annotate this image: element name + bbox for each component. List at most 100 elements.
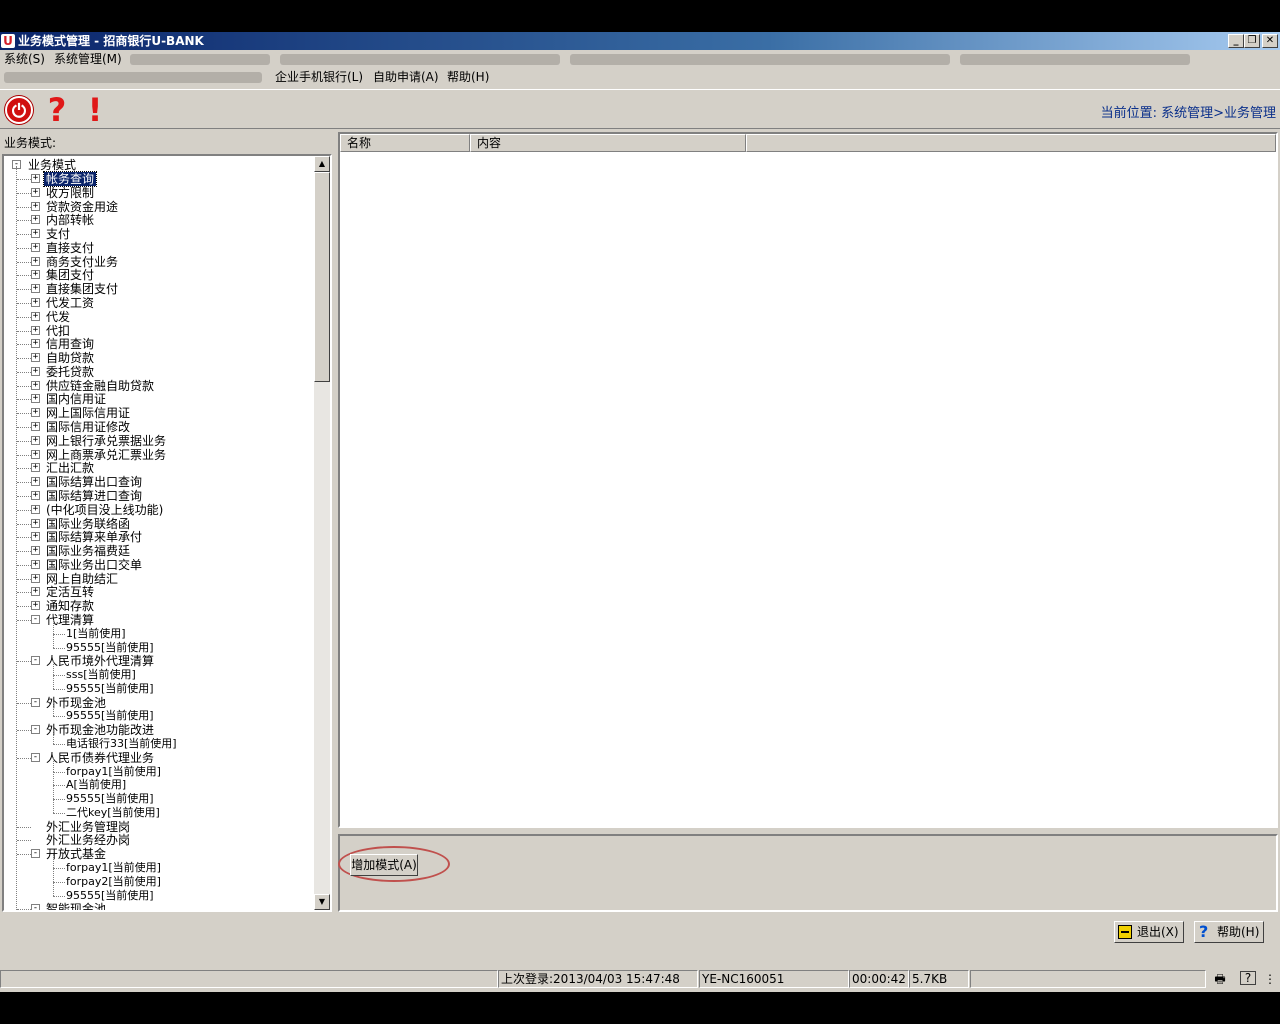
- expand-icon[interactable]: +: [31, 573, 40, 583]
- tree-node[interactable]: + 直接支付: [4, 241, 314, 255]
- tree-node[interactable]: + 定活互转: [4, 585, 314, 599]
- tree-node[interactable]: + 国际业务福费廷: [4, 544, 314, 558]
- tree-node[interactable]: + 直接集团支付: [4, 282, 314, 296]
- expand-icon[interactable]: +: [31, 256, 40, 266]
- tree-node[interactable]: + 国内信用证: [4, 392, 314, 406]
- tree-node[interactable]: + 网上商票承兑汇票业务: [4, 448, 314, 462]
- scroll-up-button[interactable]: ▲: [314, 156, 330, 172]
- expand-icon[interactable]: +: [31, 270, 40, 280]
- tree-node[interactable]: + 通知存款: [4, 599, 314, 613]
- menu-self-service[interactable]: 自助申请(A): [373, 70, 439, 84]
- tree-node[interactable]: + 代发: [4, 310, 314, 324]
- expand-icon[interactable]: +: [31, 546, 40, 556]
- tree-node[interactable]: - 外币现金池功能改进: [4, 723, 314, 737]
- expand-icon[interactable]: +: [31, 449, 40, 459]
- tree-node[interactable]: + 国际结算出口查询: [4, 475, 314, 489]
- tree-node[interactable]: + 信用查询: [4, 337, 314, 351]
- collapse-icon[interactable]: -: [31, 849, 40, 859]
- tree-leaf[interactable]: 二代key[当前使用]: [4, 798, 314, 820]
- tree-node[interactable]: + 委托贷款: [4, 365, 314, 379]
- expand-icon[interactable]: +: [31, 463, 40, 473]
- tree-node[interactable]: + 供应链金融自助贷款: [4, 379, 314, 393]
- tree-leaf[interactable]: 95555[当前使用]: [4, 881, 314, 903]
- collapse-icon[interactable]: -: [31, 697, 40, 707]
- tree-scrollbar[interactable]: ▲ ▼: [314, 156, 330, 910]
- tree-leaf[interactable]: 95555[当前使用]: [4, 785, 314, 806]
- expand-icon[interactable]: +: [31, 311, 40, 321]
- expand-icon[interactable]: +: [31, 532, 40, 542]
- collapse-icon[interactable]: -: [31, 656, 40, 666]
- tree-node[interactable]: 外汇业务管理岗: [4, 820, 314, 834]
- add-mode-button[interactable]: 增加模式(A): [350, 854, 418, 876]
- logout-button[interactable]: ⏻: [2, 93, 36, 127]
- tree-leaf[interactable]: sss[当前使用]: [4, 661, 314, 682]
- tree-node[interactable]: - 外币现金池: [4, 696, 314, 710]
- tree-node[interactable]: 外汇业务经办岗: [4, 833, 314, 847]
- expand-icon[interactable]: +: [31, 284, 40, 294]
- tree-node[interactable]: + 代发工资: [4, 296, 314, 310]
- tree-node[interactable]: + 网上银行承兑票据业务: [4, 434, 314, 448]
- collapse-icon[interactable]: -: [31, 725, 40, 735]
- tree-node[interactable]: + 集团支付: [4, 268, 314, 282]
- menu-help[interactable]: 帮助(H): [447, 70, 489, 84]
- collapse-icon[interactable]: -: [31, 614, 40, 624]
- business-mode-tree[interactable]: - 业务模式 + 帐务查询 + 收方限制 + 贷款资金用途 + 内部转帐 + 支付 + 直接支付 + 商务…: [2, 154, 332, 912]
- expand-icon[interactable]: +: [31, 504, 40, 514]
- expand-icon[interactable]: +: [31, 408, 40, 418]
- tree-leaf[interactable]: forpay2[当前使用]: [4, 867, 314, 889]
- tree-node[interactable]: + 内部转帐: [4, 213, 314, 227]
- close-button[interactable]: ✕: [1262, 34, 1278, 48]
- tree-node[interactable]: + 国际业务联络函: [4, 517, 314, 531]
- tree-node[interactable]: + 网上自助结汇: [4, 572, 314, 586]
- expand-icon[interactable]: +: [31, 587, 40, 597]
- more-icon[interactable]: ⋮: [1262, 971, 1278, 987]
- tree-node[interactable]: + 帐务查询: [4, 171, 314, 187]
- scroll-thumb[interactable]: [314, 172, 330, 382]
- column-header-empty[interactable]: [746, 134, 1276, 152]
- expand-icon[interactable]: +: [31, 435, 40, 445]
- tree-leaf[interactable]: forpay1[当前使用]: [4, 854, 314, 875]
- expand-icon[interactable]: +: [31, 518, 40, 528]
- restore-button[interactable]: ❐: [1244, 34, 1260, 48]
- column-header-content[interactable]: 内容: [470, 134, 746, 152]
- tree-node[interactable]: - 人民币债券代理业务: [4, 751, 314, 765]
- tree-node[interactable]: + 网上国际信用证: [4, 406, 314, 420]
- tree-node[interactable]: + 国际结算来单承付: [4, 530, 314, 544]
- tree-node[interactable]: - 智能现金池: [4, 902, 314, 910]
- expand-icon[interactable]: +: [31, 601, 40, 611]
- expand-icon[interactable]: +: [31, 325, 40, 335]
- help-toolbar-button[interactable]: ?: [40, 93, 74, 127]
- expand-icon[interactable]: +: [31, 229, 40, 239]
- expand-icon[interactable]: +: [31, 380, 40, 390]
- expand-icon[interactable]: +: [31, 174, 40, 183]
- expand-icon[interactable]: +: [31, 187, 40, 197]
- tree-node[interactable]: + 支付: [4, 227, 314, 241]
- status-help-icon[interactable]: ?: [1240, 971, 1256, 985]
- tree-node[interactable]: - 人民币境外代理清算: [4, 654, 314, 668]
- tree-node[interactable]: + 国际业务出口交单: [4, 558, 314, 572]
- tree-node[interactable]: + 商务支付业务: [4, 255, 314, 269]
- tree-leaf[interactable]: 95555[当前使用]: [4, 702, 314, 723]
- expand-icon[interactable]: +: [31, 422, 40, 432]
- tree-node[interactable]: + 代扣: [4, 324, 314, 338]
- expand-icon[interactable]: +: [31, 366, 40, 376]
- tree-node[interactable]: + 收方限制: [4, 186, 314, 200]
- minimize-button[interactable]: _: [1228, 34, 1244, 48]
- tree-node[interactable]: - 代理清算: [4, 613, 314, 627]
- menu-mobile-banking[interactable]: 企业手机银行(L): [275, 70, 363, 84]
- tree-leaf[interactable]: 95555[当前使用]: [4, 674, 314, 696]
- printer-icon[interactable]: 🖶: [1212, 971, 1228, 987]
- tree-leaf[interactable]: 95555[当前使用]: [4, 633, 314, 655]
- tree-leaf[interactable]: forpay1[当前使用]: [4, 757, 314, 779]
- tree-node[interactable]: + 自助贷款: [4, 351, 314, 365]
- tree-node[interactable]: + 贷款资金用途: [4, 200, 314, 214]
- tree-leaf[interactable]: 电话银行33[当前使用]: [4, 729, 314, 751]
- mode-list-view[interactable]: 名称 内容: [338, 132, 1278, 828]
- tree-node[interactable]: + 国际结算进口查询: [4, 489, 314, 503]
- column-header-name[interactable]: 名称: [340, 134, 470, 152]
- tree-node[interactable]: - 开放式基金: [4, 847, 314, 861]
- expand-icon[interactable]: +: [31, 339, 40, 349]
- expand-icon[interactable]: +: [31, 242, 40, 252]
- expand-icon[interactable]: +: [31, 559, 40, 569]
- menu-system[interactable]: 系统(S): [4, 52, 45, 66]
